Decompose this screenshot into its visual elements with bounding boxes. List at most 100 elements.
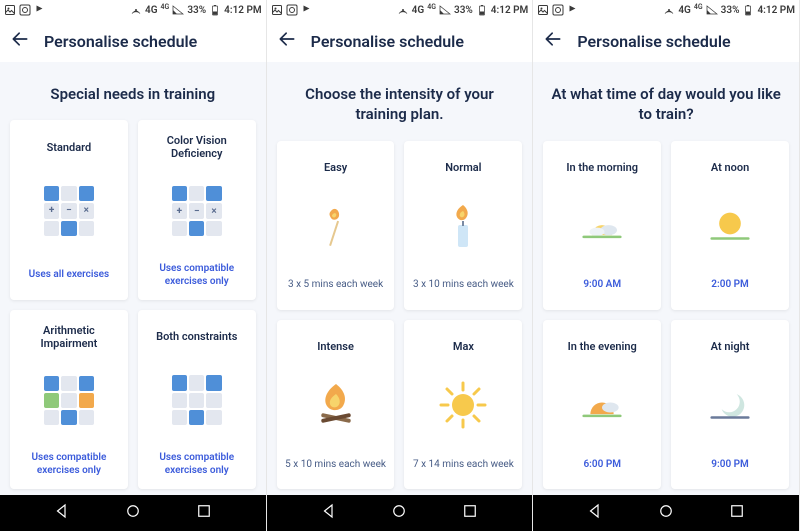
content-area: Special needs in training Standard +−× U… [0, 62, 266, 495]
card-title: Arithmetic Impairment [16, 324, 122, 350]
nav-home-button[interactable] [124, 502, 142, 524]
image-icon [4, 4, 16, 16]
signal-icon [439, 4, 451, 16]
android-navbar [533, 495, 799, 531]
card-color-vision[interactable]: Color Vision Deficiency +−× Uses compati… [138, 120, 256, 299]
card-night[interactable]: At night 9:00 PM [671, 320, 789, 489]
card-arithmetic[interactable]: Arithmetic Impairment Uses compatible ex… [10, 310, 128, 489]
play-flag-icon [567, 4, 579, 16]
image-icon [271, 4, 283, 16]
card-title: Max [453, 334, 474, 360]
clock: 4:12 PM [757, 5, 795, 16]
card-normal[interactable]: Normal 3 x 10 mins each week [404, 141, 522, 310]
card-caption: 9:00 PM [711, 451, 749, 477]
nav-back-button[interactable] [53, 502, 71, 524]
card-caption: 2:00 PM [711, 272, 749, 298]
section-heading: Special needs in training [10, 84, 256, 104]
nav-home-button[interactable] [657, 502, 675, 524]
back-button[interactable] [10, 29, 30, 53]
option-grid: Easy 3 x 5 mins each week Normal 3 x 10 … [277, 141, 523, 490]
grid-cvd-icon: +−× [172, 169, 222, 254]
back-button[interactable] [277, 29, 297, 53]
nav-home-button[interactable] [390, 502, 408, 524]
nav-recent-button[interactable] [728, 502, 746, 524]
nav-recent-button[interactable] [461, 502, 479, 524]
clock: 4:12 PM [491, 5, 529, 16]
network-label: 4G [412, 5, 425, 16]
section-heading: Choose the intensity of your training pl… [277, 84, 523, 125]
card-caption: 7 x 14 mins each week [413, 451, 514, 477]
card-standard[interactable]: Standard +−× Uses all exercises [10, 120, 128, 299]
play-flag-icon [34, 4, 46, 16]
card-caption: 6:00 PM [583, 451, 621, 477]
content-area: At what time of day would you like to tr… [533, 62, 799, 495]
noon-icon [705, 189, 755, 264]
card-title: Normal [445, 155, 481, 181]
card-max[interactable]: Max 7 x 14 mins each week [404, 320, 522, 489]
android-navbar [0, 495, 266, 531]
card-caption: 3 x 5 mins each week [288, 272, 383, 298]
card-caption: 9:00 AM [583, 272, 621, 298]
nav-back-button[interactable] [320, 502, 338, 524]
card-title: In the evening [568, 334, 637, 360]
android-navbar [267, 495, 533, 531]
card-title: At noon [711, 155, 749, 181]
card-caption: 5 x 10 mins each week [285, 451, 386, 477]
grid-both-icon [172, 358, 222, 443]
battery-icon [742, 4, 754, 16]
card-title: Intense [317, 334, 354, 360]
status-bar: 4G 4G 33% 4:12 PM [267, 0, 533, 20]
nav-back-button[interactable] [586, 502, 604, 524]
signal-icon [706, 4, 718, 16]
network-label: 4G [145, 5, 158, 16]
sunrise-icon [577, 189, 627, 264]
battery-percent: 33% [187, 5, 206, 16]
nav-recent-button[interactable] [195, 502, 213, 524]
app-header: Personalise schedule [267, 20, 533, 62]
page-title: Personalise schedule [311, 32, 464, 51]
card-title: Both constraints [156, 324, 237, 350]
network-sup: 4G [427, 3, 436, 11]
card-easy[interactable]: Easy 3 x 5 mins each week [277, 141, 395, 310]
card-evening[interactable]: In the evening 6:00 PM [543, 320, 661, 489]
card-title: Easy [324, 155, 347, 181]
image-icon [537, 4, 549, 16]
page-title: Personalise schedule [44, 32, 197, 51]
card-title: Standard [47, 134, 92, 160]
card-caption: Uses all exercises [29, 262, 109, 288]
screen-time-of-day: 4G 4G 33% 4:12 PM Personalise schedule A… [533, 0, 800, 531]
card-noon[interactable]: At noon 2:00 PM [671, 141, 789, 310]
network-sup: 4G [161, 3, 170, 11]
circle-target-icon [286, 4, 298, 16]
status-bar: 4G 4G 33% 4:12 PM [533, 0, 799, 20]
grid-standard-icon: +−× [44, 168, 94, 253]
circle-target-icon [552, 4, 564, 16]
card-caption: Uses compatible exercises only [144, 451, 250, 477]
circle-target-icon [19, 4, 31, 16]
clock: 4:12 PM [224, 5, 262, 16]
back-button[interactable] [543, 29, 563, 53]
card-both-constraints[interactable]: Both constraints Uses compatible exercis… [138, 310, 256, 489]
candle-icon [438, 189, 488, 264]
moon-icon [705, 368, 755, 443]
battery-percent: 33% [454, 5, 473, 16]
card-morning[interactable]: In the morning 9:00 AM [543, 141, 661, 310]
signal-icon [172, 4, 184, 16]
card-title: Color Vision Deficiency [144, 134, 250, 160]
card-caption: Uses compatible exercises only [16, 451, 122, 477]
match-icon [311, 189, 361, 264]
network-sup: 4G [694, 3, 703, 11]
app-header: Personalise schedule [0, 20, 266, 62]
card-intense[interactable]: Intense 5 x 10 mins each week [277, 320, 395, 489]
page-title: Personalise schedule [577, 32, 730, 51]
option-grid: In the morning 9:00 AM At noon 2:00 PM I… [543, 141, 789, 490]
bonfire-icon [311, 368, 361, 443]
screen-special-needs: 4G 4G 33% 4:12 PM Personalise schedule S… [0, 0, 267, 531]
card-title: In the morning [566, 155, 638, 181]
card-caption: 3 x 10 mins each week [413, 272, 514, 298]
hotspot-icon [663, 4, 675, 16]
grid-arith-icon [44, 358, 94, 443]
sunset-icon [577, 368, 627, 443]
card-caption: Uses compatible exercises only [144, 262, 250, 288]
hotspot-icon [397, 4, 409, 16]
